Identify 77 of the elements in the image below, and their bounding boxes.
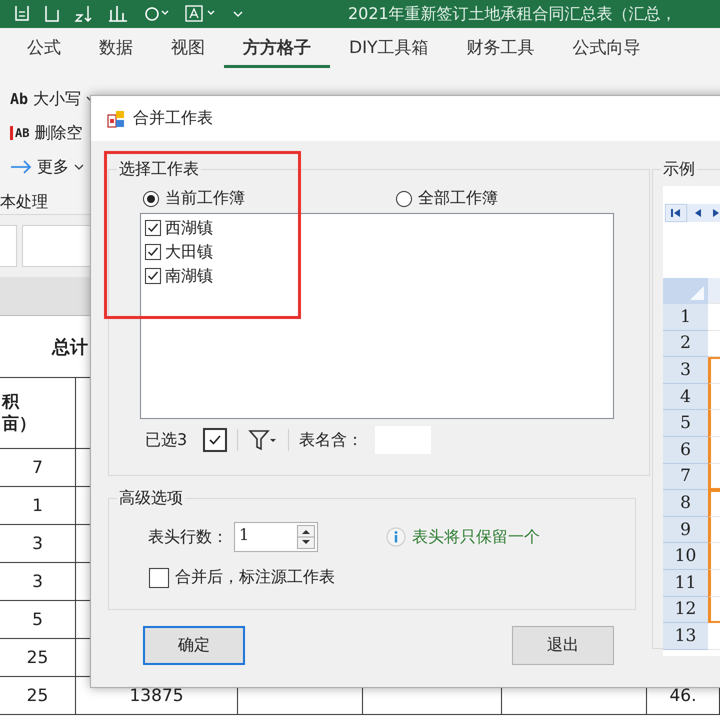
select-all-checkbox[interactable] (203, 428, 228, 452)
ribbon-button[interactable]: 删除空 (34, 122, 82, 144)
ribbon-tab[interactable]: 财务工具 (448, 30, 554, 68)
group-title: 高级选项 (118, 488, 184, 509)
group-title: 示例 (662, 159, 696, 180)
row-number: 11 (663, 570, 708, 597)
merge-sheets-icon (107, 110, 125, 128)
table-cell: 1 (0, 487, 76, 525)
checkbox[interactable] (145, 244, 161, 260)
dialog-button[interactable]: 确定 (143, 626, 245, 665)
row-number: 10 (663, 543, 708, 570)
window-title: 2021年重新签订土地承租合同汇总表（汇总， (348, 4, 677, 24)
corner-triangle-icon (690, 286, 704, 300)
table-cell: 25 (0, 677, 76, 715)
sheet-name[interactable]: 大田镇 (165, 242, 213, 262)
row-number: 1 (663, 304, 708, 331)
row-number: 3 (663, 357, 708, 384)
table-cell: 25 (0, 639, 76, 677)
check-icon (147, 246, 159, 258)
info-note: 表头将只保留一个 (412, 526, 540, 548)
checkbox-label[interactable]: 合并后，标注源工作表 (175, 567, 335, 588)
ribbon-tab[interactable]: DIY工具箱 (330, 30, 448, 68)
table-cell-line: 亩） (2, 413, 36, 436)
checkbox[interactable] (145, 268, 161, 284)
document-icon[interactable] (14, 6, 30, 22)
sheet-name[interactable]: 南湖镇 (165, 266, 213, 286)
row-number: 7 (663, 464, 708, 490)
header-rows-field[interactable]: 1 (234, 522, 318, 552)
ribbon-tab[interactable]: 公式 (8, 30, 80, 68)
table-cell: 3 (0, 525, 76, 563)
first-sheet-icon[interactable] (665, 204, 687, 222)
table-cell: 5 (0, 601, 76, 639)
ribbon-group-label: 本处理 (0, 192, 48, 213)
row-number: 4 (663, 384, 708, 410)
spin-buttons[interactable] (297, 525, 315, 549)
chart-icon[interactable] (108, 6, 128, 22)
table-cell-line: 积 (2, 390, 19, 413)
table-cell: 3 (0, 563, 76, 601)
new-file-icon[interactable] (44, 6, 60, 22)
table-cell: 7 (0, 449, 76, 487)
ribbon-tab[interactable]: 视图 (152, 30, 224, 68)
ribbon-button[interactable]: 更多 (37, 156, 69, 178)
selected-count: 已选3 (145, 430, 188, 450)
row-number: 9 (663, 516, 708, 544)
check-icon (147, 270, 159, 282)
dialog-button[interactable]: 退出 (512, 626, 614, 665)
sheet-name[interactable]: 西湖镇 (165, 218, 213, 238)
group-title: 选择工作表 (118, 159, 200, 180)
radio-label[interactable]: 当前工作簿 (165, 188, 245, 209)
radio-button[interactable] (396, 190, 412, 206)
header-rows-label: 表头行数： (148, 526, 228, 548)
info-icon (386, 527, 406, 547)
check-icon (147, 222, 159, 234)
radio-label[interactable]: 全部工作簿 (418, 188, 498, 209)
ribbon-tab[interactable]: 公式向导 (554, 30, 660, 68)
ribbon-button[interactable]: 大小写 (33, 88, 82, 110)
table-title: 总计 (52, 336, 88, 358)
checkbox[interactable] (149, 568, 169, 588)
row-number: 2 (663, 330, 708, 358)
row-number: 6 (663, 436, 708, 464)
row-number: 13 (663, 623, 708, 650)
filter-label: 表名含： (299, 430, 364, 450)
next-sheet-icon[interactable] (709, 204, 720, 222)
caret-icon[interactable] (74, 163, 84, 171)
checkbox[interactable] (145, 220, 161, 236)
row-number: 5 (663, 410, 708, 437)
arrow-right-icon (10, 160, 32, 174)
sort-icon[interactable] (74, 6, 94, 22)
row-number: 12 (663, 596, 708, 624)
case-icon: Ab (10, 90, 28, 108)
ribbon-tab[interactable]: 数据 (80, 30, 152, 68)
scope-radio[interactable]: 当前工作簿 (143, 188, 396, 209)
radio-button[interactable] (143, 190, 159, 206)
filter-icon[interactable] (248, 428, 278, 452)
dialog-title: 合并工作表 (133, 108, 213, 129)
scope-radio[interactable]: 全部工作簿 (396, 188, 649, 209)
row-number: 8 (663, 490, 708, 517)
